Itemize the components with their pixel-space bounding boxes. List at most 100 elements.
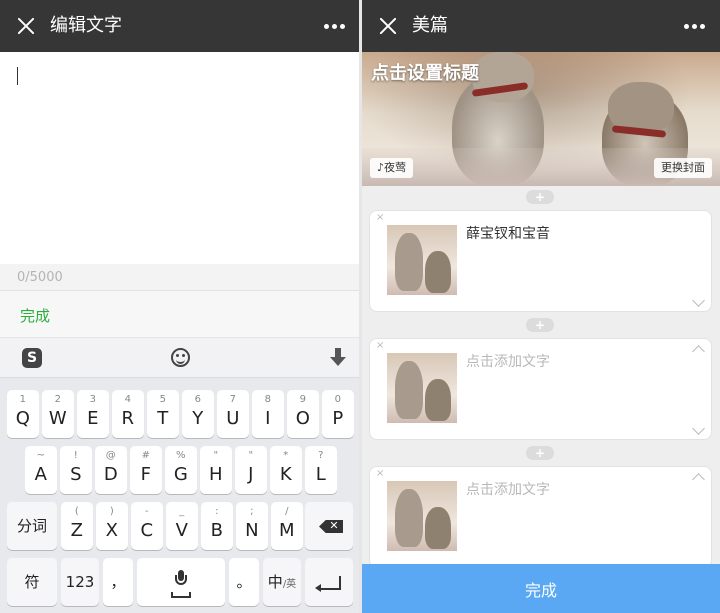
content-card[interactable]: × 薛宝钗和宝音 [369,210,712,312]
key-secondary-label: 3 [89,394,96,405]
key-i[interactable]: 8I [252,390,284,438]
chevron-down-icon[interactable] [692,422,705,435]
period-key-label: 。 [236,573,252,591]
key-primary-label: R [121,408,135,429]
key-n[interactable]: ; N [236,502,268,550]
key-k[interactable]: * K [270,446,302,494]
delete-card-icon[interactable]: × [376,468,384,479]
key-primary-label: K [279,464,292,485]
finish-button[interactable]: 完成 [362,564,720,613]
text-caret [17,67,18,85]
key-primary-label: O [295,408,310,429]
key-d[interactable]: @ D [95,446,127,494]
more-icon[interactable] [684,24,706,30]
more-icon[interactable] [324,24,346,30]
key-primary-label: H [209,464,223,485]
key-secondary-label: 7 [229,394,236,405]
card-thumbnail[interactable] [387,225,457,295]
comma-key[interactable]: ， [103,558,133,606]
key-j[interactable]: " J [235,446,267,494]
key-s[interactable]: ! S [60,446,92,494]
fenci-key[interactable]: 分词 [7,502,57,550]
key-secondary-label: ? [318,450,324,461]
backspace-key[interactable]: ✕ [305,502,353,550]
chevron-up-icon[interactable] [692,473,705,486]
cover-title[interactable]: 点击设置标题 [371,59,479,85]
key-l[interactable]: ? L [305,446,337,494]
emoji-icon[interactable] [171,348,190,367]
card-text-placeholder[interactable]: 点击添加文字 [466,479,550,499]
key-primary-label: J [248,464,254,485]
music-button[interactable]: ♪夜莺 [370,158,414,178]
key-t[interactable]: 5T [147,390,179,438]
delete-card-icon[interactable]: × [376,340,384,351]
key-r[interactable]: 4R [112,390,144,438]
number-key[interactable]: 123 [61,558,99,606]
text-editor[interactable] [0,52,360,264]
language-toggle-key[interactable]: 中/英 [263,558,301,606]
add-section-button[interactable]: + [526,318,554,332]
card-thumbnail[interactable] [387,481,457,551]
content-card[interactable]: × 点击添加文字 [369,466,712,568]
key-secondary-label: @ [105,450,116,461]
comma-key-label: ， [110,573,126,591]
key-p[interactable]: 0P [322,390,354,438]
key-primary-label: X [105,520,118,541]
key-secondary-label: " [248,450,254,461]
key-u[interactable]: 7U [217,390,249,438]
close-icon[interactable] [376,14,400,38]
key-secondary-label: ; [250,506,254,517]
key-primary-label: L [315,464,326,485]
close-icon[interactable] [14,14,38,38]
key-q[interactable]: 1Q [7,390,39,438]
done-button[interactable]: 完成 [20,305,50,326]
key-c[interactable]: -C [131,502,163,550]
content-card[interactable]: × 点击添加文字 [369,338,712,440]
key-b[interactable]: :B [201,502,233,550]
key-primary-label: T [157,408,169,429]
add-section-button[interactable]: + [526,190,554,204]
key-secondary-label: 5 [159,394,166,405]
key-primary-label: W [48,408,67,429]
key-primary-label: P [332,408,344,429]
hide-keyboard-icon[interactable] [330,348,346,368]
key-o[interactable]: 9O [287,390,319,438]
key-x[interactable]: ) X [96,502,128,550]
key-secondary-label: ! [73,450,78,461]
add-section-button[interactable]: + [526,446,554,460]
sogou-logo-icon[interactable]: S [22,348,42,368]
backspace-x-icon: ✕ [329,519,339,532]
zhong-label: 中 [267,573,283,591]
done-bar: 完成 [0,291,360,338]
delete-card-icon[interactable]: × [376,212,384,223]
key-m[interactable]: / M [271,502,303,550]
chevron-up-icon[interactable] [692,345,705,358]
ying-label: /英 [282,579,297,590]
key-g[interactable]: % G [165,446,197,494]
card-text[interactable]: 薛宝钗和宝音 [466,223,550,243]
key-h[interactable]: " H [200,446,232,494]
change-cover-button[interactable]: 更换封面 [654,158,712,178]
key-f[interactable]: # F [130,446,162,494]
key-z[interactable]: (Z [61,502,93,550]
key-v[interactable]: _ V [166,502,198,550]
fenci-key-label: 分词 [16,517,47,535]
key-a[interactable]: ~ A [25,446,57,494]
card-text-placeholder[interactable]: 点击添加文字 [466,351,550,371]
key-y[interactable]: 6Y [182,390,214,438]
key-secondary-label: ( [74,506,79,517]
key-secondary-label: ) [109,506,114,517]
key-primary-label: U [226,408,240,429]
key-w[interactable]: 2W [42,390,74,438]
card-thumbnail[interactable] [387,353,457,423]
key-primary-label: Q [15,408,30,429]
language-toggle-label: 中/英 [263,572,301,595]
enter-key[interactable] [305,558,353,606]
key-e[interactable]: 3E [77,390,109,438]
enter-icon [315,576,341,592]
symbol-key[interactable]: 符 [7,558,57,606]
cover-image[interactable]: 点击设置标题 ♪夜莺 更换封面 [362,52,720,186]
period-key[interactable]: 。 [229,558,259,606]
space-key[interactable] [137,558,225,606]
chevron-down-icon[interactable] [692,294,705,307]
